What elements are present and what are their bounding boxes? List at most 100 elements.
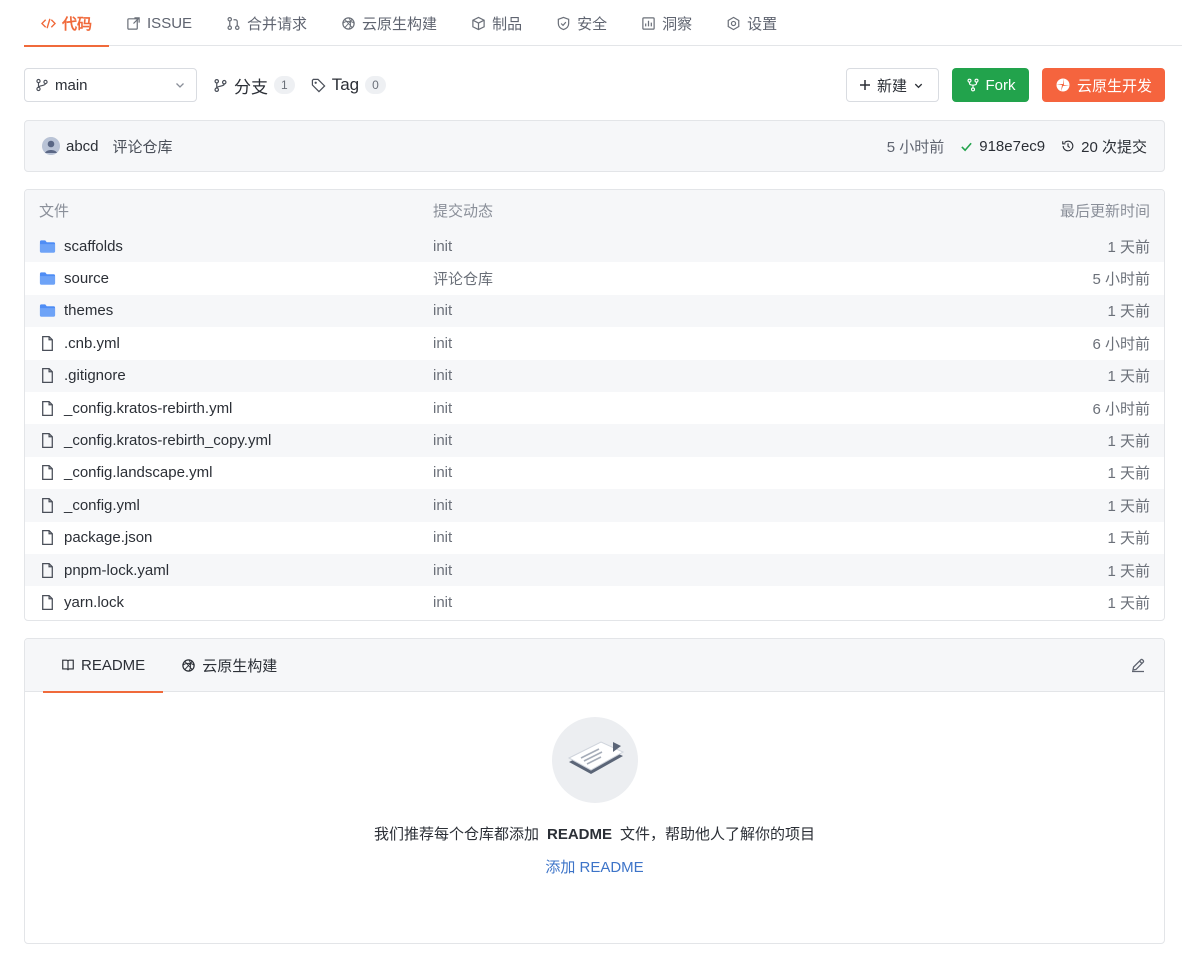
file-name[interactable]: _config.yml bbox=[64, 497, 140, 514]
file-name[interactable]: yarn.lock bbox=[64, 594, 124, 611]
file-commit[interactable]: init bbox=[433, 497, 950, 514]
file-name-cell[interactable]: _config.kratos-rebirth.yml bbox=[39, 400, 433, 417]
file-name[interactable]: _config.kratos-rebirth_copy.yml bbox=[64, 432, 271, 449]
avatar[interactable] bbox=[42, 137, 60, 155]
file-time: 1 天前 bbox=[1107, 497, 1150, 515]
file-name[interactable]: themes bbox=[64, 302, 113, 319]
file-name[interactable]: _config.landscape.yml bbox=[64, 464, 212, 481]
empty-document-illustration bbox=[551, 717, 638, 803]
tag-icon bbox=[311, 78, 326, 92]
file-time: 1 天前 bbox=[1107, 238, 1150, 256]
file-row[interactable]: package.json init 1 天前 bbox=[25, 521, 1164, 554]
file-icon bbox=[42, 562, 53, 578]
file-row[interactable]: yarn.lock init 1 天前 bbox=[25, 586, 1164, 619]
file-icon bbox=[42, 400, 53, 416]
tab-artifacts[interactable]: 制品 bbox=[454, 0, 539, 46]
file-row[interactable]: _config.kratos-rebirth.yml init 6 小时前 bbox=[25, 391, 1164, 425]
file-commit[interactable]: init bbox=[433, 464, 950, 481]
add-readme-link[interactable]: 添加 README bbox=[545, 856, 643, 877]
latest-commit-bar: abcd 评论仓库 5 小时前 918e7ec9 20 次提交 bbox=[24, 120, 1165, 172]
issue-icon bbox=[127, 16, 140, 30]
branches-count: 1 bbox=[274, 76, 295, 94]
commit-hash[interactable]: 918e7ec9 bbox=[979, 138, 1045, 155]
file-name[interactable]: pnpm-lock.yaml bbox=[64, 562, 169, 579]
tab-issue[interactable]: ISSUE bbox=[109, 0, 209, 46]
edit-icon[interactable] bbox=[1130, 657, 1146, 673]
tab-label: 设置 bbox=[747, 15, 778, 33]
new-button[interactable]: 新建 bbox=[846, 68, 939, 102]
file-commit[interactable]: init bbox=[433, 335, 950, 352]
file-name-cell[interactable]: package.json bbox=[39, 529, 433, 546]
file-name-cell[interactable]: _config.yml bbox=[39, 497, 433, 514]
tab-readme-build[interactable]: 云原生构建 bbox=[163, 639, 295, 692]
file-commit[interactable]: init bbox=[433, 302, 950, 319]
file-commit[interactable]: 评论仓库 bbox=[433, 268, 950, 289]
code-icon bbox=[41, 18, 56, 28]
file-name[interactable]: scaffolds bbox=[64, 238, 123, 255]
tags-link[interactable]: Tag 0 bbox=[311, 75, 386, 95]
commit-author[interactable]: abcd bbox=[66, 138, 99, 155]
file-time: 1 天前 bbox=[1107, 303, 1150, 321]
commit-time: 5 小时前 bbox=[886, 138, 945, 156]
file-row[interactable]: _config.yml init 1 天前 bbox=[25, 489, 1164, 522]
tab-readme[interactable]: README bbox=[43, 639, 164, 693]
file-row[interactable]: _config.landscape.yml init 1 天前 bbox=[25, 456, 1164, 490]
cloud-dev-button[interactable]: 云原生开发 bbox=[1042, 68, 1165, 102]
fork-button[interactable]: Fork bbox=[952, 68, 1029, 102]
file-commit[interactable]: init bbox=[433, 367, 950, 384]
file-row[interactable]: pnpm-lock.yaml init 1 天前 bbox=[25, 553, 1164, 587]
file-name-cell[interactable]: yarn.lock bbox=[39, 594, 433, 611]
file-row[interactable]: .gitignore init 1 天前 bbox=[25, 359, 1164, 392]
file-name-cell[interactable]: pnpm-lock.yaml bbox=[39, 562, 433, 579]
file-name-cell[interactable]: themes bbox=[39, 302, 433, 319]
tab-label: 安全 bbox=[577, 15, 608, 33]
branches-link[interactable]: 分支 1 bbox=[213, 73, 295, 98]
file-icon bbox=[42, 594, 53, 611]
file-row[interactable]: themes init 1 天前 bbox=[25, 294, 1164, 328]
commit-count[interactable]: 20 次提交 bbox=[1081, 136, 1147, 157]
file-name-cell[interactable]: _config.landscape.yml bbox=[39, 464, 433, 481]
branch-icon bbox=[36, 78, 48, 92]
header-commit: 提交动态 bbox=[433, 202, 494, 220]
file-row[interactable]: source 评论仓库 5 小时前 bbox=[25, 262, 1164, 295]
file-row[interactable]: _config.kratos-rebirth_copy.yml init 1 天前 bbox=[25, 424, 1164, 457]
file-commit[interactable]: init bbox=[433, 529, 950, 546]
file-time: 1 天前 bbox=[1107, 465, 1150, 483]
file-name[interactable]: .cnb.yml bbox=[64, 335, 120, 352]
readme-empty-state: 我们推荐每个仓库都添加 README 文件，帮助他人了解你的项目 添加 README bbox=[25, 717, 1164, 877]
commit-message[interactable]: 评论仓库 bbox=[113, 136, 173, 157]
file-icon bbox=[42, 335, 53, 351]
readme-empty-message: 我们推荐每个仓库都添加 README 文件，帮助他人了解你的项目 bbox=[374, 823, 815, 844]
file-name[interactable]: _config.kratos-rebirth.yml bbox=[64, 400, 232, 417]
build-icon bbox=[342, 16, 355, 30]
file-commit[interactable]: init bbox=[433, 238, 950, 255]
file-commit[interactable]: init bbox=[433, 594, 950, 611]
tab-merge-requests[interactable]: 合并请求 bbox=[209, 0, 324, 46]
readme-tabs: README 云原生构建 bbox=[25, 639, 1164, 693]
file-commit[interactable]: init bbox=[433, 432, 950, 449]
tab-insights[interactable]: 洞察 bbox=[624, 0, 709, 46]
file-name[interactable]: .gitignore bbox=[64, 367, 126, 384]
file-name[interactable]: source bbox=[64, 270, 109, 287]
history-icon bbox=[1062, 140, 1074, 152]
file-commit[interactable]: init bbox=[433, 562, 950, 579]
file-name-cell[interactable]: .cnb.yml bbox=[39, 335, 433, 352]
file-name[interactable]: package.json bbox=[64, 529, 152, 546]
book-icon bbox=[62, 659, 74, 671]
file-name-cell[interactable]: scaffolds bbox=[39, 238, 433, 255]
check-icon bbox=[961, 142, 972, 151]
tab-code[interactable]: 代码 bbox=[24, 0, 110, 47]
file-name-cell[interactable]: source bbox=[39, 270, 433, 287]
tab-security[interactable]: 安全 bbox=[539, 0, 624, 46]
tab-cloud-build[interactable]: 云原生构建 bbox=[324, 0, 454, 46]
branch-select[interactable]: main bbox=[24, 68, 197, 102]
tab-label: 合并请求 bbox=[247, 15, 308, 33]
tab-settings[interactable]: 设置 bbox=[709, 0, 794, 46]
cloud-dev-label: 云原生开发 bbox=[1076, 77, 1152, 95]
shield-icon bbox=[557, 16, 570, 30]
file-row[interactable]: .cnb.yml init 6 小时前 bbox=[25, 327, 1164, 360]
file-commit[interactable]: init bbox=[433, 400, 950, 417]
file-name-cell[interactable]: .gitignore bbox=[39, 367, 433, 384]
file-row[interactable]: scaffolds init 1 天前 bbox=[25, 230, 1164, 263]
file-name-cell[interactable]: _config.kratos-rebirth_copy.yml bbox=[39, 432, 433, 449]
